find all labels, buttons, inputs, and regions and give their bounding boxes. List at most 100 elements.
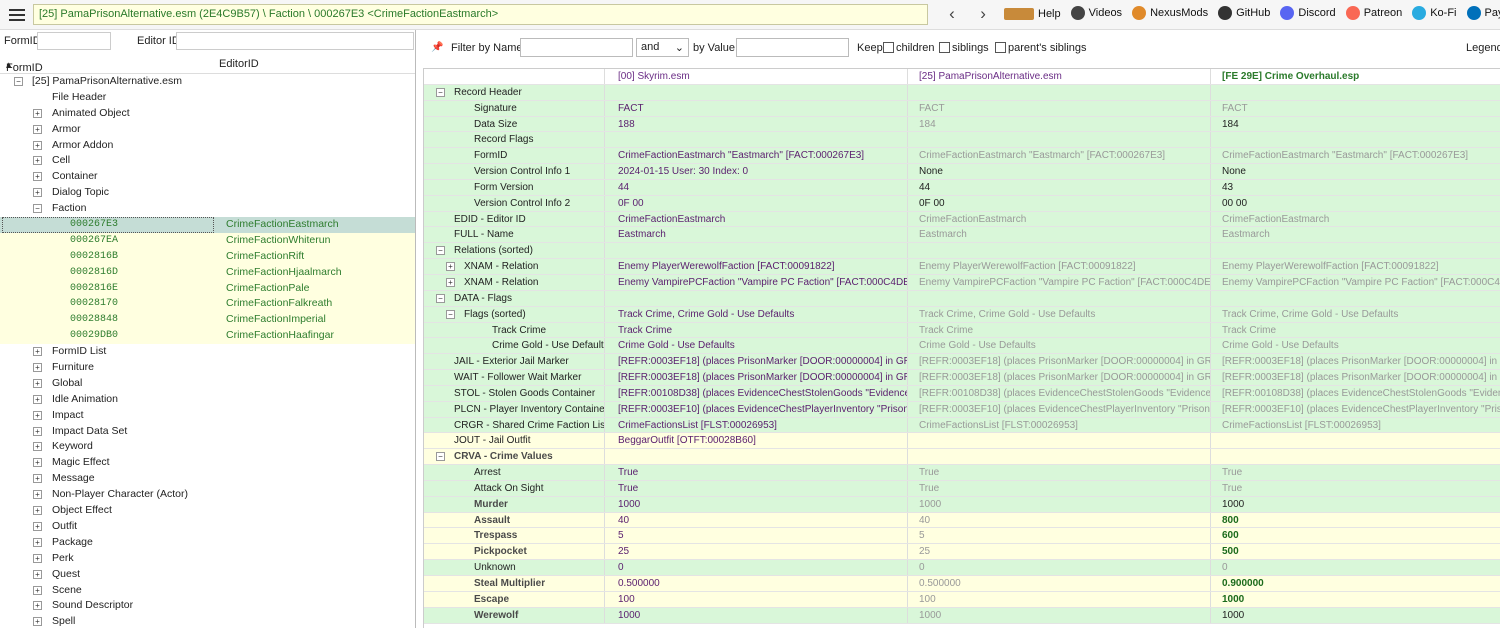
record-path-field[interactable]: [25] PamaPrisonAlternative.esm (2E4C9B57… xyxy=(33,4,928,25)
value-cell-col1[interactable]: Track Crime xyxy=(606,323,908,338)
expand-icon[interactable]: + xyxy=(33,554,42,563)
children-checkbox[interactable] xyxy=(883,42,894,53)
expand-icon[interactable]: + xyxy=(33,156,42,165)
value-cell-col2[interactable]: None xyxy=(909,164,1211,179)
tree-record-row[interactable]: 00029DB0CrimeFactionHaafingar xyxy=(0,328,415,344)
value-cell-col3[interactable]: 500 xyxy=(1212,544,1500,559)
value-cell-col2[interactable] xyxy=(909,449,1211,464)
value-cell-col2[interactable] xyxy=(909,243,1211,258)
value-cell-col2[interactable]: 100 xyxy=(909,592,1211,607)
value-cell-col1[interactable]: True xyxy=(606,465,908,480)
expand-icon[interactable]: + xyxy=(446,262,455,271)
tree-record-row[interactable]: 00028170CrimeFactionFalkreath xyxy=(0,296,415,312)
expand-icon[interactable]: + xyxy=(33,458,42,467)
expand-icon[interactable]: + xyxy=(33,490,42,499)
value-cell-col3[interactable]: 0.900000 xyxy=(1212,576,1500,591)
value-cell-col1[interactable]: CrimeFactionEastmarch "Eastmarch" [FACT:… xyxy=(606,148,908,163)
tree-group-row[interactable]: +Sound Descriptor xyxy=(0,598,415,614)
value-cell-col2[interactable]: True xyxy=(909,465,1211,480)
value-cell-col1[interactable]: 1000 xyxy=(606,497,908,512)
value-cell-col2[interactable]: CrimeFactionEastmarch "Eastmarch" [FACT:… xyxy=(909,148,1211,163)
tree-group-row[interactable]: +Dialog Topic xyxy=(0,185,415,201)
tree-record-row[interactable]: 0002816DCrimeFactionHjaalmarch xyxy=(0,265,415,281)
value-cell-col3[interactable]: FACT xyxy=(1212,101,1500,116)
expand-icon[interactable]: + xyxy=(33,586,42,595)
grid-row[interactable]: WAIT - Follower Wait Marker[REFR:0003EF1… xyxy=(424,370,1500,386)
grid-row[interactable]: JAIL - Exterior Jail Marker[REFR:0003EF1… xyxy=(424,354,1500,370)
expand-icon[interactable]: + xyxy=(33,125,42,134)
expand-icon[interactable]: + xyxy=(33,474,42,483)
value-cell-col2[interactable]: 0 xyxy=(909,560,1211,575)
tree-group-row[interactable]: +Cell xyxy=(0,153,415,169)
value-cell-col1[interactable] xyxy=(606,449,908,464)
value-cell-col1[interactable]: [REFR:0003EF18] (places PrisonMarker [DO… xyxy=(606,370,908,385)
grid-row[interactable]: Steal Multiplier0.5000000.5000000.900000 xyxy=(424,576,1500,592)
value-cell-col2[interactable]: 0F 00 xyxy=(909,196,1211,211)
link-discord[interactable]: Discord xyxy=(1280,6,1335,20)
value-cell-col3[interactable]: 43 xyxy=(1212,180,1500,195)
expand-icon[interactable]: + xyxy=(33,617,42,626)
value-cell-col2[interactable]: FACT xyxy=(909,101,1211,116)
grid-row[interactable]: Trespass55600 xyxy=(424,528,1500,544)
tree-group-row[interactable]: +Scene xyxy=(0,583,415,599)
grid-row[interactable]: FormIDCrimeFactionEastmarch "Eastmarch" … xyxy=(424,148,1500,164)
link-ko-fi[interactable]: Ko-Fi xyxy=(1412,6,1456,20)
tree-group-row[interactable]: +Perk xyxy=(0,551,415,567)
value-cell-col1[interactable]: [REFR:0003EF18] (places PrisonMarker [DO… xyxy=(606,354,908,369)
tree-record-row[interactable]: 000267EACrimeFactionWhiterun xyxy=(0,233,415,249)
value-cell-col1[interactable] xyxy=(606,132,908,147)
value-cell-col2[interactable]: CrimeFactionsList [FLST:00026953] xyxy=(909,418,1211,433)
value-cell-col3[interactable]: True xyxy=(1212,465,1500,480)
value-cell-col1[interactable]: Enemy PlayerWerewolfFaction [FACT:000918… xyxy=(606,259,908,274)
tree-group-row[interactable]: +Idle Animation xyxy=(0,392,415,408)
grid-row[interactable]: −Record Header xyxy=(424,85,1500,101)
value-cell-col3[interactable]: 1000 xyxy=(1212,592,1500,607)
grid-row[interactable]: Record Flags xyxy=(424,132,1500,148)
value-cell-col2[interactable]: 0.500000 xyxy=(909,576,1211,591)
siblings-checkbox[interactable] xyxy=(939,42,950,53)
value-cell-col3[interactable]: 1000 xyxy=(1212,497,1500,512)
tree-group-row[interactable]: +Global xyxy=(0,376,415,392)
parents-siblings-checkbox[interactable] xyxy=(995,42,1006,53)
value-cell-col2[interactable]: True xyxy=(909,481,1211,496)
value-cell-col1[interactable]: [REFR:00108D38] (places EvidenceChestSto… xyxy=(606,386,908,401)
value-cell-col2[interactable]: 40 xyxy=(909,513,1211,528)
value-cell-col1[interactable]: Enemy VampirePCFaction "Vampire PC Facti… xyxy=(606,275,908,290)
grid-row[interactable]: Crime Gold - Use DefaultsCrime Gold - Us… xyxy=(424,338,1500,354)
grid-row[interactable]: Murder100010001000 xyxy=(424,497,1500,513)
value-cell-col2[interactable]: 44 xyxy=(909,180,1211,195)
expand-icon[interactable]: + xyxy=(33,141,42,150)
tree-group-row[interactable]: +Armor xyxy=(0,122,415,138)
grid-row[interactable]: Unknown000 xyxy=(424,560,1500,576)
value-cell-col3[interactable]: None xyxy=(1212,164,1500,179)
collapse-icon[interactable]: − xyxy=(436,294,445,303)
expand-icon[interactable]: + xyxy=(33,570,42,579)
link-videos[interactable]: Videos xyxy=(1071,6,1122,20)
collapse-icon[interactable]: − xyxy=(436,452,445,461)
grid-row[interactable]: +XNAM - RelationEnemy PlayerWerewolfFact… xyxy=(424,259,1500,275)
value-cell-col3[interactable]: Track Crime, Crime Gold - Use Defaults xyxy=(1212,307,1500,322)
value-cell-col2[interactable]: Enemy VampirePCFaction "Vampire PC Facti… xyxy=(909,275,1211,290)
tree-group-row[interactable]: +Impact xyxy=(0,408,415,424)
grid-row[interactable]: Version Control Info 20F 000F 0000 00 xyxy=(424,196,1500,212)
value-cell-col3[interactable]: [REFR:0003EF10] (places EvidenceChestPla… xyxy=(1212,402,1500,417)
expand-icon[interactable]: + xyxy=(33,395,42,404)
value-cell-col2[interactable]: 1000 xyxy=(909,608,1211,623)
collapse-icon[interactable]: − xyxy=(14,77,23,86)
formid-column-header[interactable]: FormID ▴ xyxy=(6,58,12,71)
tree-group-row[interactable]: +Magic Effect xyxy=(0,455,415,471)
grid-row[interactable]: −CRVA - Crime Values xyxy=(424,449,1500,465)
value-cell-col3[interactable]: CrimeFactionEastmarch xyxy=(1212,212,1500,227)
value-cell-col3[interactable]: True xyxy=(1212,481,1500,496)
link-help[interactable]: Help xyxy=(1004,8,1061,20)
grid-row[interactable]: FULL - NameEastmarchEastmarchEastmarch xyxy=(424,227,1500,243)
value-cell-col2[interactable]: Track Crime, Crime Gold - Use Defaults xyxy=(909,307,1211,322)
value-cell-col2[interactable]: 184 xyxy=(909,117,1211,132)
grid-row[interactable]: −Flags (sorted)Track Crime, Crime Gold -… xyxy=(424,307,1500,323)
tree-group-row[interactable]: +Non-Player Character (Actor) xyxy=(0,487,415,503)
grid-row[interactable]: Pickpocket2525500 xyxy=(424,544,1500,560)
value-cell-col2[interactable]: [REFR:0003EF10] (places EvidenceChestPla… xyxy=(909,402,1211,417)
formid-search-input[interactable] xyxy=(37,32,111,50)
tree-group-row[interactable]: +Impact Data Set xyxy=(0,424,415,440)
collapse-icon[interactable]: − xyxy=(436,88,445,97)
